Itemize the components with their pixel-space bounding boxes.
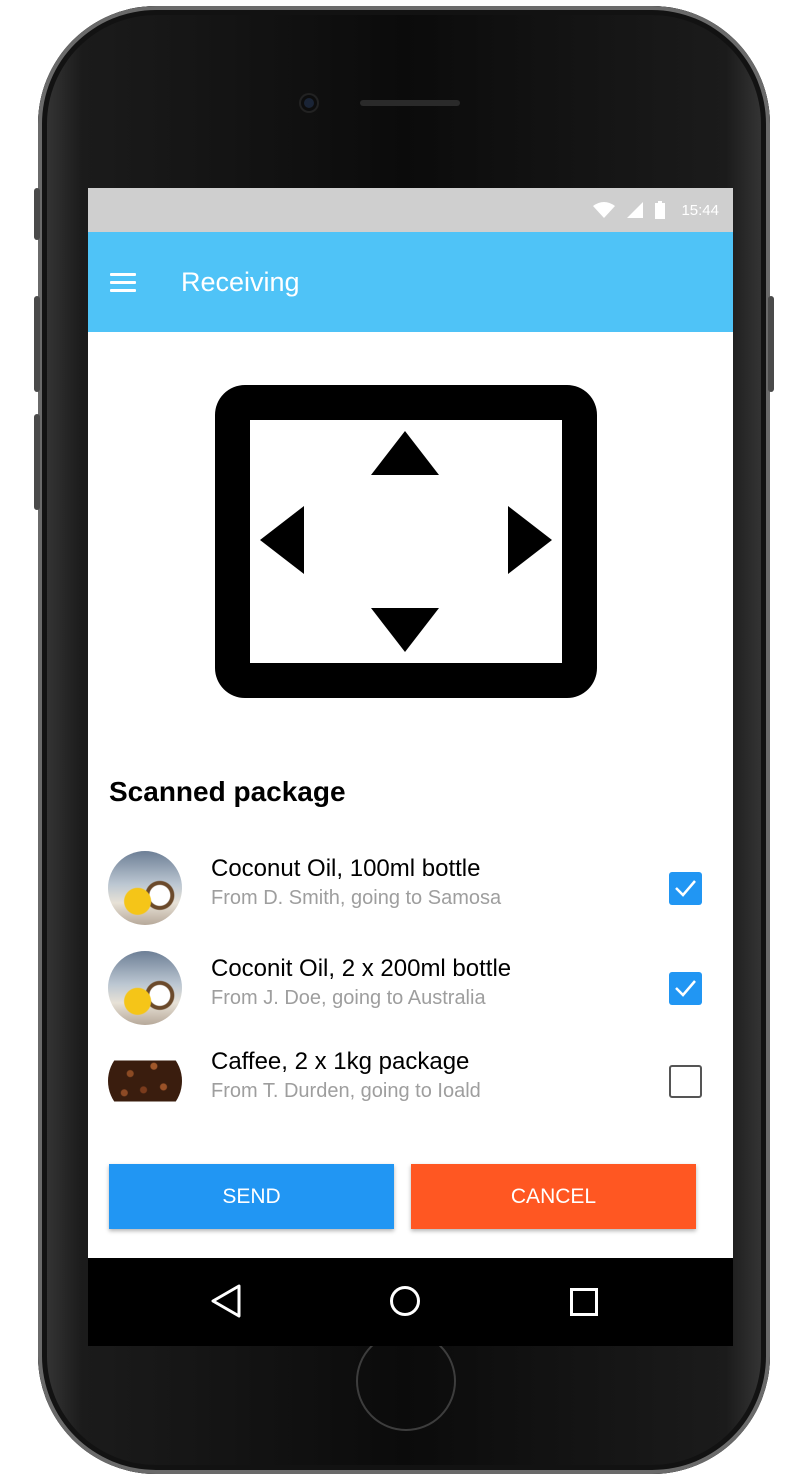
recent-apps-icon[interactable] xyxy=(570,1288,598,1316)
wifi-icon xyxy=(593,202,616,218)
navigation-bar xyxy=(88,1258,733,1346)
item-title: Coconit Oil, 2 x 200ml bottle xyxy=(211,955,512,982)
menu-icon[interactable] xyxy=(110,272,136,292)
app-screen: 15:44 Receiving Scanned package Coconut … xyxy=(88,188,733,1258)
cancel-button[interactable]: CANCEL xyxy=(411,1164,696,1229)
earpiece-speaker xyxy=(360,100,460,106)
arrow-right-icon xyxy=(508,506,552,574)
page-title: Receiving xyxy=(181,266,300,297)
check-icon xyxy=(675,980,696,997)
item-subtitle: From T. Durden, going to Ioald xyxy=(211,1080,481,1102)
item-checkbox[interactable] xyxy=(669,972,702,1005)
item-checkbox[interactable] xyxy=(669,1065,702,1098)
item-subtitle: From J. Doe, going to Australia xyxy=(211,987,486,1009)
item-checkbox[interactable] xyxy=(669,872,702,905)
volume-up-button xyxy=(34,296,40,392)
arrow-up-icon xyxy=(371,431,439,475)
list-item[interactable]: Coconut Oil, 100ml bottle From D. Smith,… xyxy=(88,843,733,933)
home-icon[interactable] xyxy=(390,1286,420,1316)
phone-home-button xyxy=(356,1331,456,1431)
send-button[interactable]: SEND xyxy=(109,1164,394,1229)
item-title: Caffee, 2 x 1kg package xyxy=(211,1048,470,1075)
item-thumbnail xyxy=(108,951,182,1025)
item-title: Coconut Oil, 100ml bottle xyxy=(211,855,481,882)
mute-switch xyxy=(34,188,40,240)
arrow-left-icon xyxy=(260,506,304,574)
front-camera xyxy=(301,95,317,111)
signal-icon xyxy=(627,202,644,218)
section-heading: Scanned package xyxy=(109,776,346,807)
scan-frame-icon[interactable] xyxy=(215,385,597,698)
list-item[interactable]: Caffee, 2 x 1kg package From T. Durden, … xyxy=(88,1036,733,1126)
item-thumbnail xyxy=(108,1044,182,1118)
list-item[interactable]: Coconit Oil, 2 x 200ml bottle From J. Do… xyxy=(88,943,733,1033)
battery-icon xyxy=(655,201,666,219)
power-button xyxy=(768,296,774,392)
item-thumbnail xyxy=(108,851,182,925)
status-bar: 15:44 xyxy=(88,188,733,232)
check-icon xyxy=(675,880,696,897)
volume-down-button xyxy=(34,414,40,510)
status-time: 15:44 xyxy=(681,201,719,219)
back-icon[interactable] xyxy=(209,1283,243,1319)
item-subtitle: From D. Smith, going to Samosa xyxy=(211,887,502,909)
app-bar: Receiving xyxy=(88,232,733,332)
arrow-down-icon xyxy=(371,608,439,652)
